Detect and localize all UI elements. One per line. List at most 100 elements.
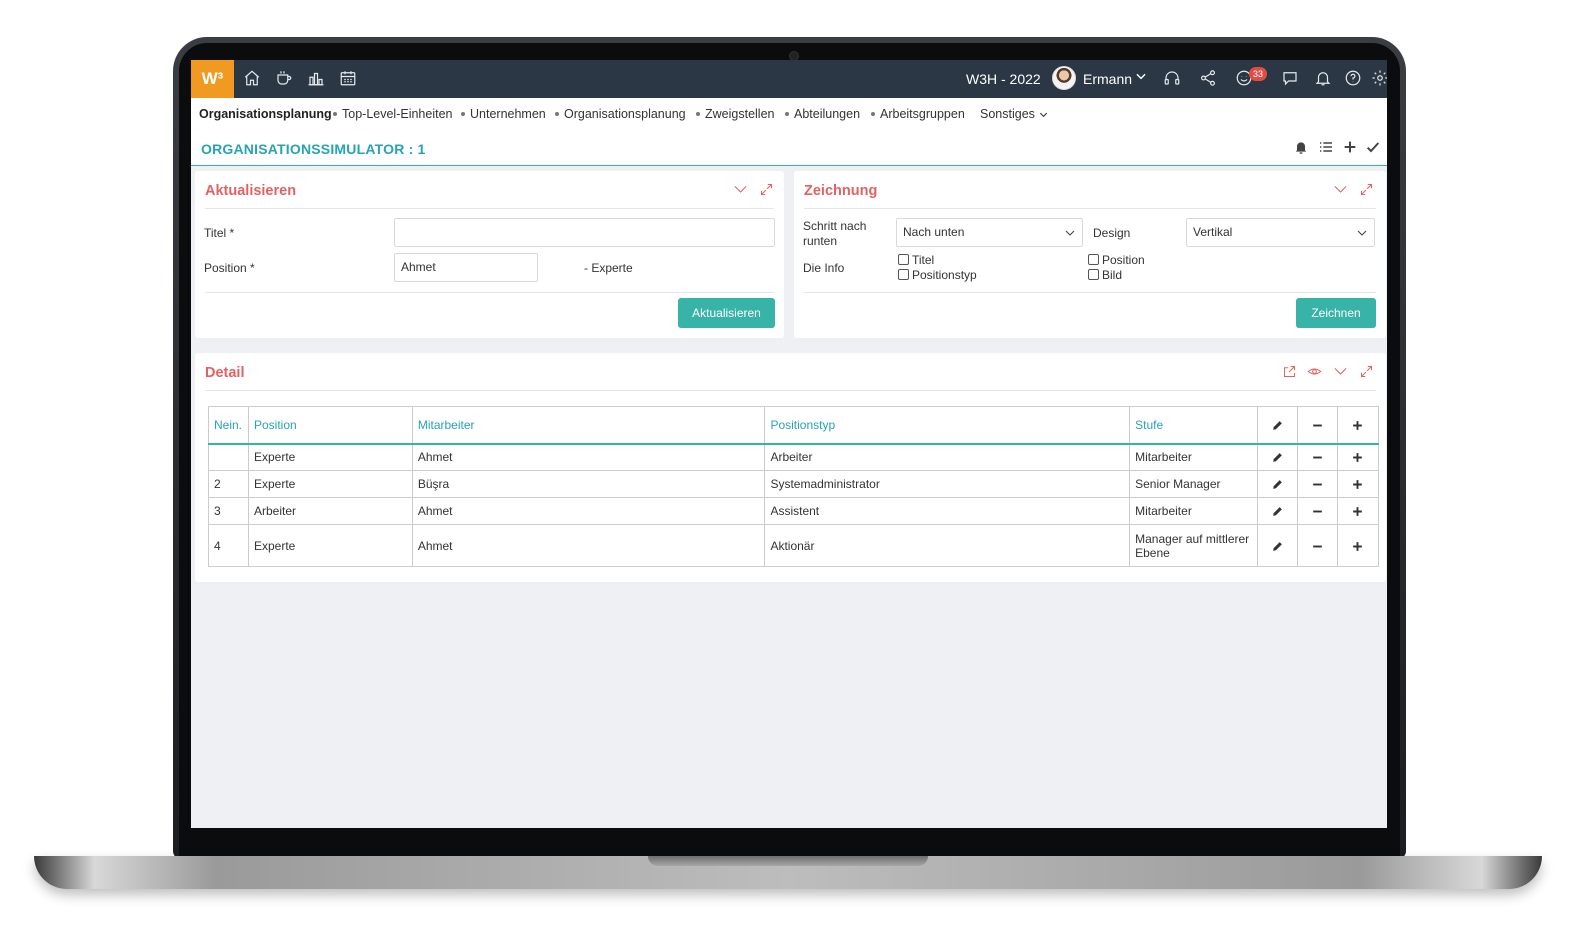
- avatar[interactable]: [1052, 66, 1076, 90]
- pencil-icon: [1273, 421, 1282, 430]
- cell-employee: Ahmet: [411, 524, 766, 567]
- minus-icon: [1313, 424, 1322, 427]
- cell-position-type: Arbeiter: [764, 443, 1131, 471]
- detail-card: Detail Nein. Position Mitarbeiter Positi…: [195, 353, 1386, 582]
- column-header[interactable]: Position: [247, 406, 413, 445]
- calendar-icon[interactable]: [338, 69, 358, 89]
- position-field-label: Position *: [204, 261, 255, 275]
- divider: [205, 208, 774, 209]
- step-label: Schritt nach runten: [803, 219, 867, 248]
- cell-position: Experte: [247, 524, 413, 567]
- bell-icon[interactable]: [1293, 139, 1311, 157]
- list-icon[interactable]: [1318, 139, 1336, 157]
- drawing-card: Zeichnung Schritt nach runten Nach unten…: [794, 171, 1386, 338]
- detail-table: Nein. Position Mitarbeiter Positionstyp …: [208, 406, 1380, 567]
- check-icon[interactable]: [1365, 139, 1383, 157]
- app-logo[interactable]: W³: [191, 60, 234, 98]
- checkbox-title[interactable]: Titel: [898, 253, 934, 267]
- update-button[interactable]: Aktualisieren: [678, 298, 775, 328]
- edit-row-button[interactable]: [1257, 470, 1298, 498]
- minus-icon: [1313, 510, 1322, 513]
- edit-all-button[interactable]: [1257, 406, 1298, 445]
- checkbox-position-type[interactable]: Positionstyp: [898, 268, 977, 282]
- add-row-button[interactable]: [1336, 443, 1380, 471]
- cell-position-type: Systemadministrator: [764, 470, 1131, 498]
- add-all-button[interactable]: [1336, 406, 1380, 445]
- add-row-button[interactable]: [1336, 524, 1380, 567]
- help-icon[interactable]: [1343, 69, 1363, 89]
- nav-item-zweigstellen[interactable]: Zweigstellen: [696, 107, 774, 121]
- share-icon[interactable]: [1198, 69, 1218, 89]
- column-header[interactable]: Positionstyp: [764, 406, 1131, 445]
- year-label[interactable]: W3H - 2022: [966, 71, 1041, 87]
- table-header-row: Nein. Position Mitarbeiter Positionstyp …: [208, 406, 1380, 445]
- step-select[interactable]: Nach unten: [896, 218, 1083, 247]
- edit-row-button[interactable]: [1257, 524, 1298, 567]
- info-label: Die Info: [803, 261, 845, 275]
- notification-badge: 33: [1249, 67, 1267, 81]
- table-row: Experte Ahmet Arbeiter Mitarbeiter: [208, 443, 1380, 471]
- update-card: Aktualisieren Titel * Position * Ahmet -…: [195, 171, 784, 338]
- nav-item-organisationsplanung-2[interactable]: Organisationsplanung: [555, 107, 686, 121]
- home-icon[interactable]: [242, 69, 262, 89]
- expand-icon[interactable]: [759, 182, 775, 198]
- table-row: 4 Experte Ahmet Aktionär Manager auf mit…: [208, 524, 1380, 567]
- collapse-icon[interactable]: [1333, 364, 1349, 380]
- add-row-button[interactable]: [1336, 497, 1380, 525]
- column-header[interactable]: Stufe: [1129, 406, 1259, 445]
- design-select[interactable]: Vertikal: [1186, 218, 1375, 247]
- remove-row-button[interactable]: [1297, 524, 1338, 567]
- column-header[interactable]: Nein.: [208, 406, 249, 445]
- cell-employee: Büşra: [411, 470, 766, 498]
- nav-item-abteilungen[interactable]: Abteilungen: [785, 107, 860, 121]
- collapse-icon[interactable]: [1333, 182, 1349, 198]
- chevron-down-icon: [1065, 230, 1075, 236]
- design-label: Design: [1093, 226, 1131, 240]
- nav-item-sonstiges[interactable]: Sonstiges: [980, 107, 1049, 121]
- remove-row-button[interactable]: [1297, 497, 1338, 525]
- divider: [205, 292, 774, 293]
- user-name[interactable]: Ermann: [1083, 71, 1132, 87]
- add-row-button[interactable]: [1336, 470, 1380, 498]
- cell-employee: Ahmet: [411, 443, 766, 471]
- cell-level: Mitarbeiter: [1129, 497, 1259, 525]
- breadcrumb-nav: Organisationsplanung Top-Level-Einheiten…: [191, 98, 1387, 130]
- nav-item-organisationsplanung[interactable]: Organisationsplanung: [199, 107, 332, 121]
- column-header[interactable]: Mitarbeiter: [411, 406, 766, 445]
- bar-chart-icon[interactable]: [306, 69, 326, 89]
- checkbox-image[interactable]: Bild: [1088, 268, 1122, 282]
- chevron-down-icon[interactable]: [1134, 69, 1148, 83]
- plus-icon[interactable]: [1342, 139, 1360, 157]
- cell-number: 2: [208, 470, 249, 498]
- headset-icon[interactable]: [1162, 69, 1182, 89]
- divider: [804, 292, 1376, 293]
- cell-position-type: Aktionär: [764, 524, 1131, 567]
- edit-row-button[interactable]: [1257, 497, 1298, 525]
- remove-row-button[interactable]: [1297, 470, 1338, 498]
- position-field[interactable]: Ahmet: [394, 253, 538, 282]
- gear-icon[interactable]: [1370, 69, 1387, 89]
- plus-icon: [1353, 480, 1363, 489]
- pencil-icon: [1273, 480, 1282, 489]
- cell-level: Manager auf mittlerer Ebene: [1129, 524, 1259, 567]
- cell-position: Experte: [247, 443, 413, 471]
- title-field-label: Titel *: [204, 226, 235, 240]
- cell-level: Mitarbeiter: [1129, 443, 1259, 471]
- remove-all-button[interactable]: [1297, 406, 1338, 445]
- coffee-icon[interactable]: [274, 69, 294, 89]
- collapse-icon[interactable]: [733, 182, 749, 198]
- chat-icon[interactable]: [1280, 69, 1300, 89]
- expand-icon[interactable]: [1359, 182, 1375, 198]
- title-field[interactable]: [394, 218, 775, 247]
- eye-icon[interactable]: [1307, 364, 1323, 380]
- export-icon[interactable]: [1282, 364, 1298, 380]
- expand-icon[interactable]: [1359, 364, 1375, 380]
- remove-row-button[interactable]: [1297, 443, 1338, 471]
- bell-icon[interactable]: [1313, 69, 1333, 89]
- draw-button[interactable]: Zeichnen: [1296, 298, 1376, 328]
- nav-item-arbeitsgruppen[interactable]: Arbeitsgruppen: [871, 107, 965, 121]
- nav-item-top-level-einheiten[interactable]: Top-Level-Einheiten: [333, 107, 453, 121]
- checkbox-position[interactable]: Position: [1088, 253, 1145, 267]
- nav-item-unternehmen[interactable]: Unternehmen: [461, 107, 546, 121]
- edit-row-button[interactable]: [1257, 443, 1298, 471]
